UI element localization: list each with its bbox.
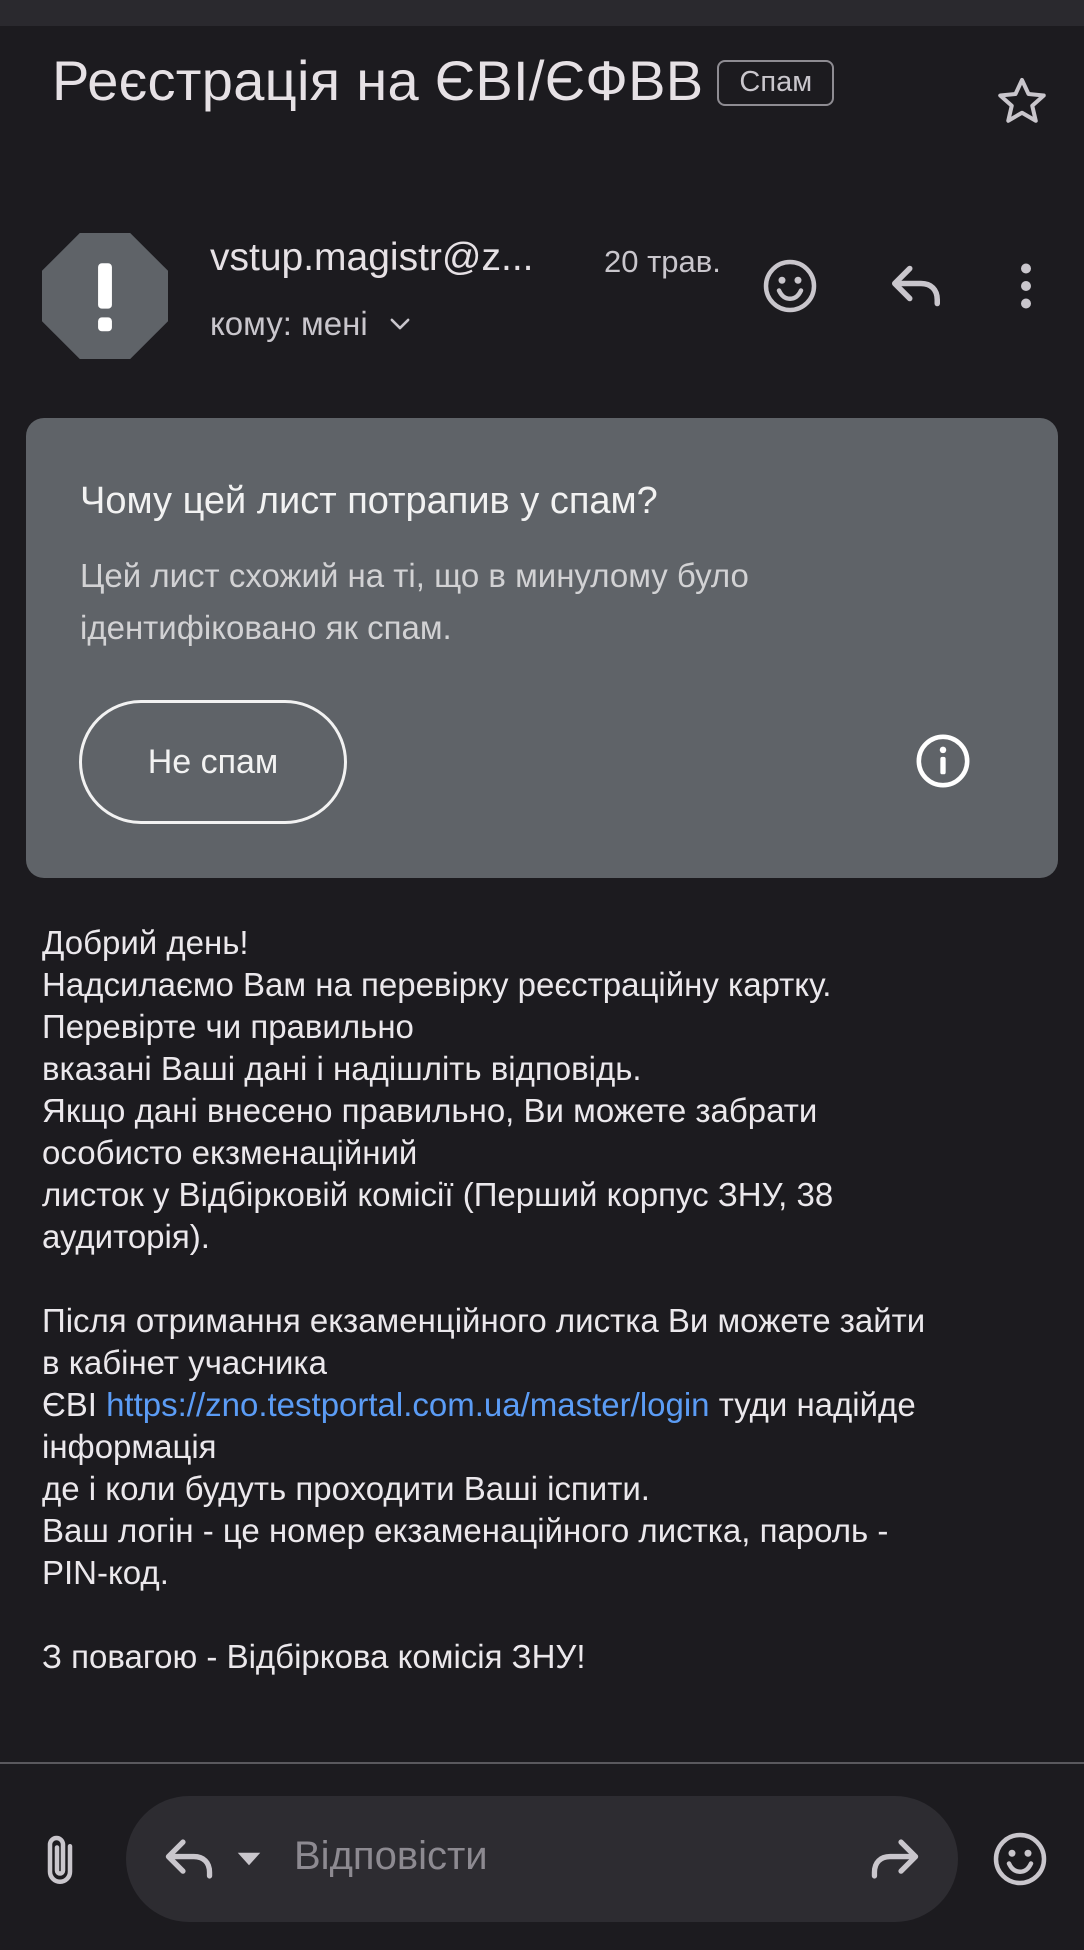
- body-line: листок у Відбірковій комісії (Перший кор…: [42, 1176, 834, 1213]
- body-line: вказані Ваші дані і надішліть відповідь.: [42, 1050, 642, 1087]
- bottom-divider: [0, 1762, 1084, 1764]
- reply-input-bar[interactable]: Відповісти: [126, 1796, 958, 1922]
- body-line: PIN-код.: [42, 1554, 169, 1591]
- attachment-icon[interactable]: [30, 1830, 90, 1890]
- body-line: де і коли будуть проходити Ваші іспити.: [42, 1470, 650, 1507]
- body-line: Добрий день!: [42, 924, 249, 961]
- body-line: Ваш логін - це номер екзаменаційного лис…: [42, 1512, 889, 1549]
- email-subject-row: Реєстрація на ЄВІ/ЄФВВ Спам: [52, 48, 1002, 113]
- forward-icon[interactable]: [866, 1830, 924, 1888]
- more-vert-icon[interactable]: [996, 256, 1056, 316]
- body-line: інформація: [42, 1428, 217, 1465]
- status-bar-strip: [0, 0, 1084, 26]
- not-spam-button[interactable]: Не спам: [79, 700, 347, 824]
- star-outline-icon[interactable]: [992, 72, 1052, 132]
- chevron-down-icon: [390, 318, 410, 330]
- dropdown-arrow-icon[interactable]: [234, 1846, 264, 1872]
- reply-placeholder: Відповісти: [294, 1834, 488, 1878]
- body-line: ЄВІ https://zno.testportal.com.ua/master…: [42, 1384, 1052, 1426]
- info-icon[interactable]: [914, 732, 972, 790]
- recipient-label: кому: мені: [210, 305, 368, 342]
- sender-address[interactable]: vstup.magistr@z...: [210, 236, 534, 280]
- spam-card-line: ідентифіковано як спам.: [80, 609, 452, 646]
- body-line: Якщо дані внесено правильно, Ви можете з…: [42, 1092, 818, 1129]
- body-line: З повагою - Відбіркова комісія ЗНУ!: [42, 1638, 586, 1675]
- body-line: аудиторія).: [42, 1218, 210, 1255]
- reply-icon[interactable]: [160, 1830, 218, 1888]
- body-line: Після отримання екзаменційного листка Ви…: [42, 1302, 926, 1339]
- email-subject: Реєстрація на ЄВІ/ЄФВВ: [52, 49, 704, 112]
- emoji-react-icon[interactable]: [990, 1829, 1050, 1889]
- body-line: в кабінет учасника: [42, 1344, 327, 1381]
- recipient-toggle[interactable]: кому: мені: [210, 305, 414, 343]
- body-line: Надсилаємо Вам на перевірку реєстраційну…: [42, 966, 832, 1003]
- spam-card-line: Цей лист схожий на ті, що в минулому бул…: [80, 557, 749, 594]
- spam-card-title: Чому цей лист потрапив у спам?: [80, 480, 658, 522]
- body-text-segment: ЄВІ: [42, 1386, 107, 1423]
- body-text-segment: туди надійде: [709, 1386, 916, 1423]
- email-date: 20 трав.: [604, 244, 721, 279]
- body-line: особисто екзменаційний: [42, 1134, 418, 1171]
- spam-warning-octagon-icon: [42, 233, 168, 359]
- login-link[interactable]: https://zno.testportal.com.ua/master/log…: [106, 1386, 709, 1423]
- spam-label-chip[interactable]: Спам: [717, 59, 835, 106]
- reply-icon[interactable]: [886, 256, 946, 316]
- spam-card-text: Цей лист схожий на ті, що в минулому бул…: [80, 550, 980, 654]
- email-body: Добрий день! Надсилаємо Вам на перевірку…: [42, 922, 1052, 1678]
- spam-explanation-card: Чому цей лист потрапив у спам? Цей лист …: [26, 418, 1058, 878]
- emoji-react-icon[interactable]: [760, 256, 820, 316]
- body-line: Перевірте чи правильно: [42, 1008, 414, 1045]
